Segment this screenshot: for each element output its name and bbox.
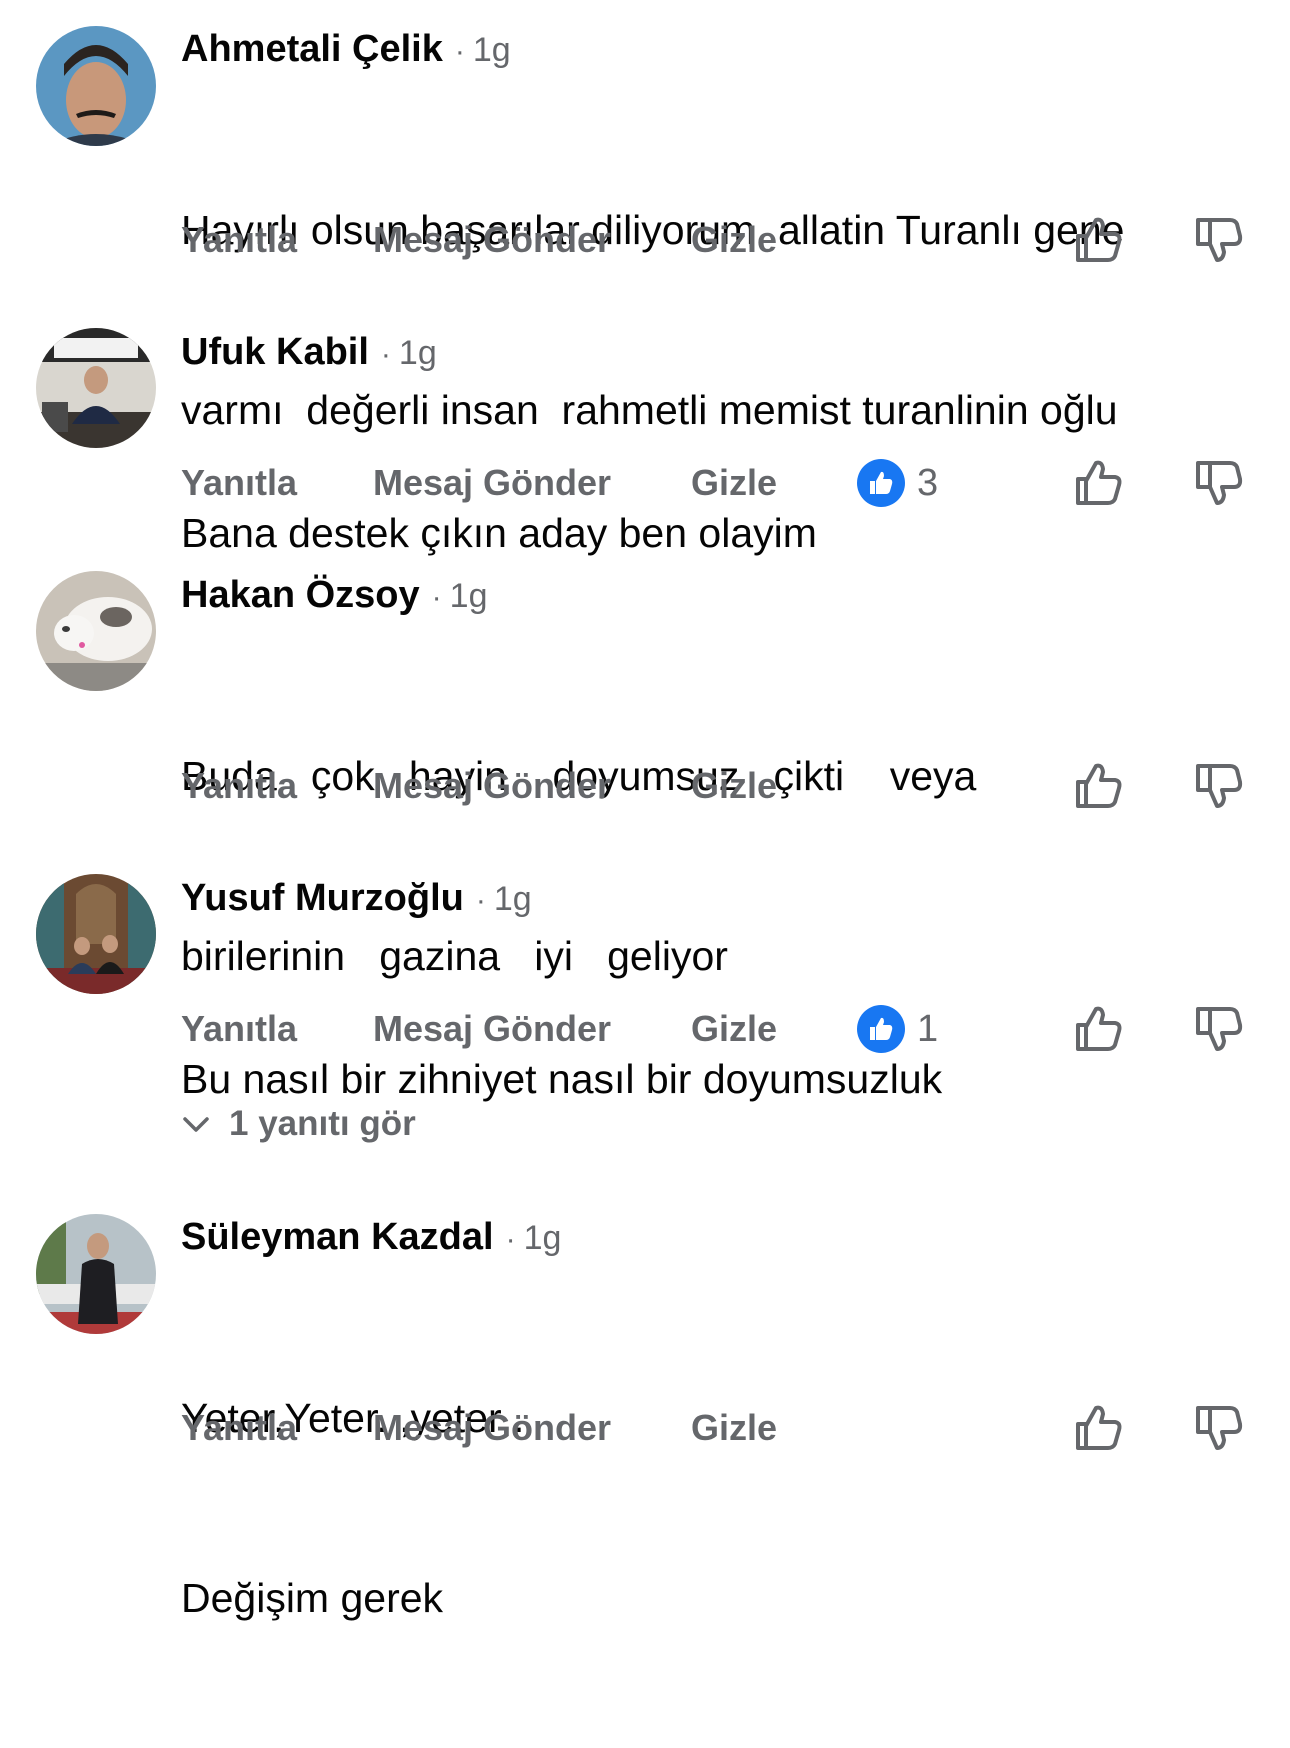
- avatar[interactable]: [36, 26, 156, 146]
- hide-button[interactable]: Gizle: [691, 1001, 777, 1057]
- comment-line: Bana destek çıkın aday ben olayim: [181, 510, 817, 556]
- separator-dot: ·: [380, 338, 391, 371]
- comment-line: Değişim gerek: [181, 1575, 444, 1621]
- hide-button[interactable]: Gizle: [691, 212, 777, 268]
- author-name[interactable]: Yusuf Murzoğlu: [181, 877, 464, 920]
- separator-dot: ·: [454, 35, 465, 68]
- thumbs-up-icon[interactable]: [1072, 1003, 1124, 1055]
- separator-dot: ·: [475, 884, 486, 917]
- hide-button[interactable]: Gizle: [691, 758, 777, 814]
- timestamp[interactable]: 1g: [473, 31, 511, 70]
- timestamp[interactable]: 1g: [399, 334, 437, 373]
- comment-actions: Yanıtla Mesaj Gönder Gizle 1: [0, 1001, 1290, 1057]
- reaction-summary[interactable]: 3: [857, 459, 938, 507]
- reply-button[interactable]: Yanıtla: [181, 212, 297, 268]
- timestamp[interactable]: 1g: [450, 577, 488, 616]
- comment-actions: Yanıtla Mesaj Gönder Gizle: [0, 758, 1290, 814]
- thumbs-up-icon[interactable]: [1072, 214, 1124, 266]
- chevron-down-icon: [183, 1117, 209, 1132]
- timestamp[interactable]: 1g: [494, 880, 532, 919]
- like-count: 1: [917, 1007, 939, 1050]
- reply-button[interactable]: Yanıtla: [181, 1400, 297, 1456]
- like-reaction-icon: [857, 459, 905, 507]
- author-name[interactable]: Hakan Özsoy: [181, 574, 420, 617]
- send-message-button[interactable]: Mesaj Gönder: [373, 455, 611, 511]
- reply-button[interactable]: Yanıtla: [181, 758, 297, 814]
- author-name[interactable]: Ufuk Kabil: [181, 331, 369, 374]
- reply-button[interactable]: Yanıtla: [181, 1001, 297, 1057]
- separator-dot: ·: [505, 1223, 516, 1256]
- send-message-button[interactable]: Mesaj Gönder: [373, 1400, 611, 1456]
- send-message-button[interactable]: Mesaj Gönder: [373, 758, 611, 814]
- avatar[interactable]: [36, 571, 156, 691]
- thumbs-down-icon[interactable]: [1192, 760, 1244, 812]
- hide-button[interactable]: Gizle: [691, 455, 777, 511]
- comment-text: Yeter,Yeter. ,yeter . Değişim gerek: [181, 1268, 524, 1748]
- separator-dot: ·: [431, 581, 442, 614]
- reaction-summary[interactable]: 1: [857, 1005, 938, 1053]
- timestamp[interactable]: 1g: [524, 1219, 562, 1258]
- see-replies-button[interactable]: 1 yanıtı gör: [181, 1100, 416, 1148]
- send-message-button[interactable]: Mesaj Gönder: [373, 1001, 611, 1057]
- like-count: 3: [917, 461, 939, 504]
- like-reaction-icon: [857, 1005, 905, 1053]
- thumbs-down-icon[interactable]: [1192, 214, 1244, 266]
- thumbs-up-icon[interactable]: [1072, 1402, 1124, 1454]
- avatar[interactable]: [36, 874, 156, 994]
- comment-actions: Yanıtla Mesaj Gönder Gizle: [0, 1400, 1290, 1456]
- reply-button[interactable]: Yanıtla: [181, 455, 297, 511]
- author-name[interactable]: Ahmetali Çelik: [181, 28, 443, 71]
- thumbs-up-icon[interactable]: [1072, 760, 1124, 812]
- avatar[interactable]: [36, 1214, 156, 1334]
- comment-text: Bu nasıl bir zihniyet nasıl bir doyumsuz…: [181, 929, 942, 1229]
- thumbs-up-icon[interactable]: [1072, 457, 1124, 509]
- send-message-button[interactable]: Mesaj Gönder: [373, 212, 611, 268]
- hide-button[interactable]: Gizle: [691, 1400, 777, 1456]
- thumbs-down-icon[interactable]: [1192, 1003, 1244, 1055]
- comment-actions: Yanıtla Mesaj Gönder Gizle 3: [0, 455, 1290, 511]
- comment-actions: Yanıtla Mesaj Gönder Gizle: [0, 212, 1290, 268]
- thumbs-down-icon[interactable]: [1192, 1402, 1244, 1454]
- author-name[interactable]: Süleyman Kazdal: [181, 1216, 494, 1259]
- see-replies-label: 1 yanıtı gör: [229, 1104, 416, 1143]
- thumbs-down-icon[interactable]: [1192, 457, 1244, 509]
- avatar[interactable]: [36, 328, 156, 448]
